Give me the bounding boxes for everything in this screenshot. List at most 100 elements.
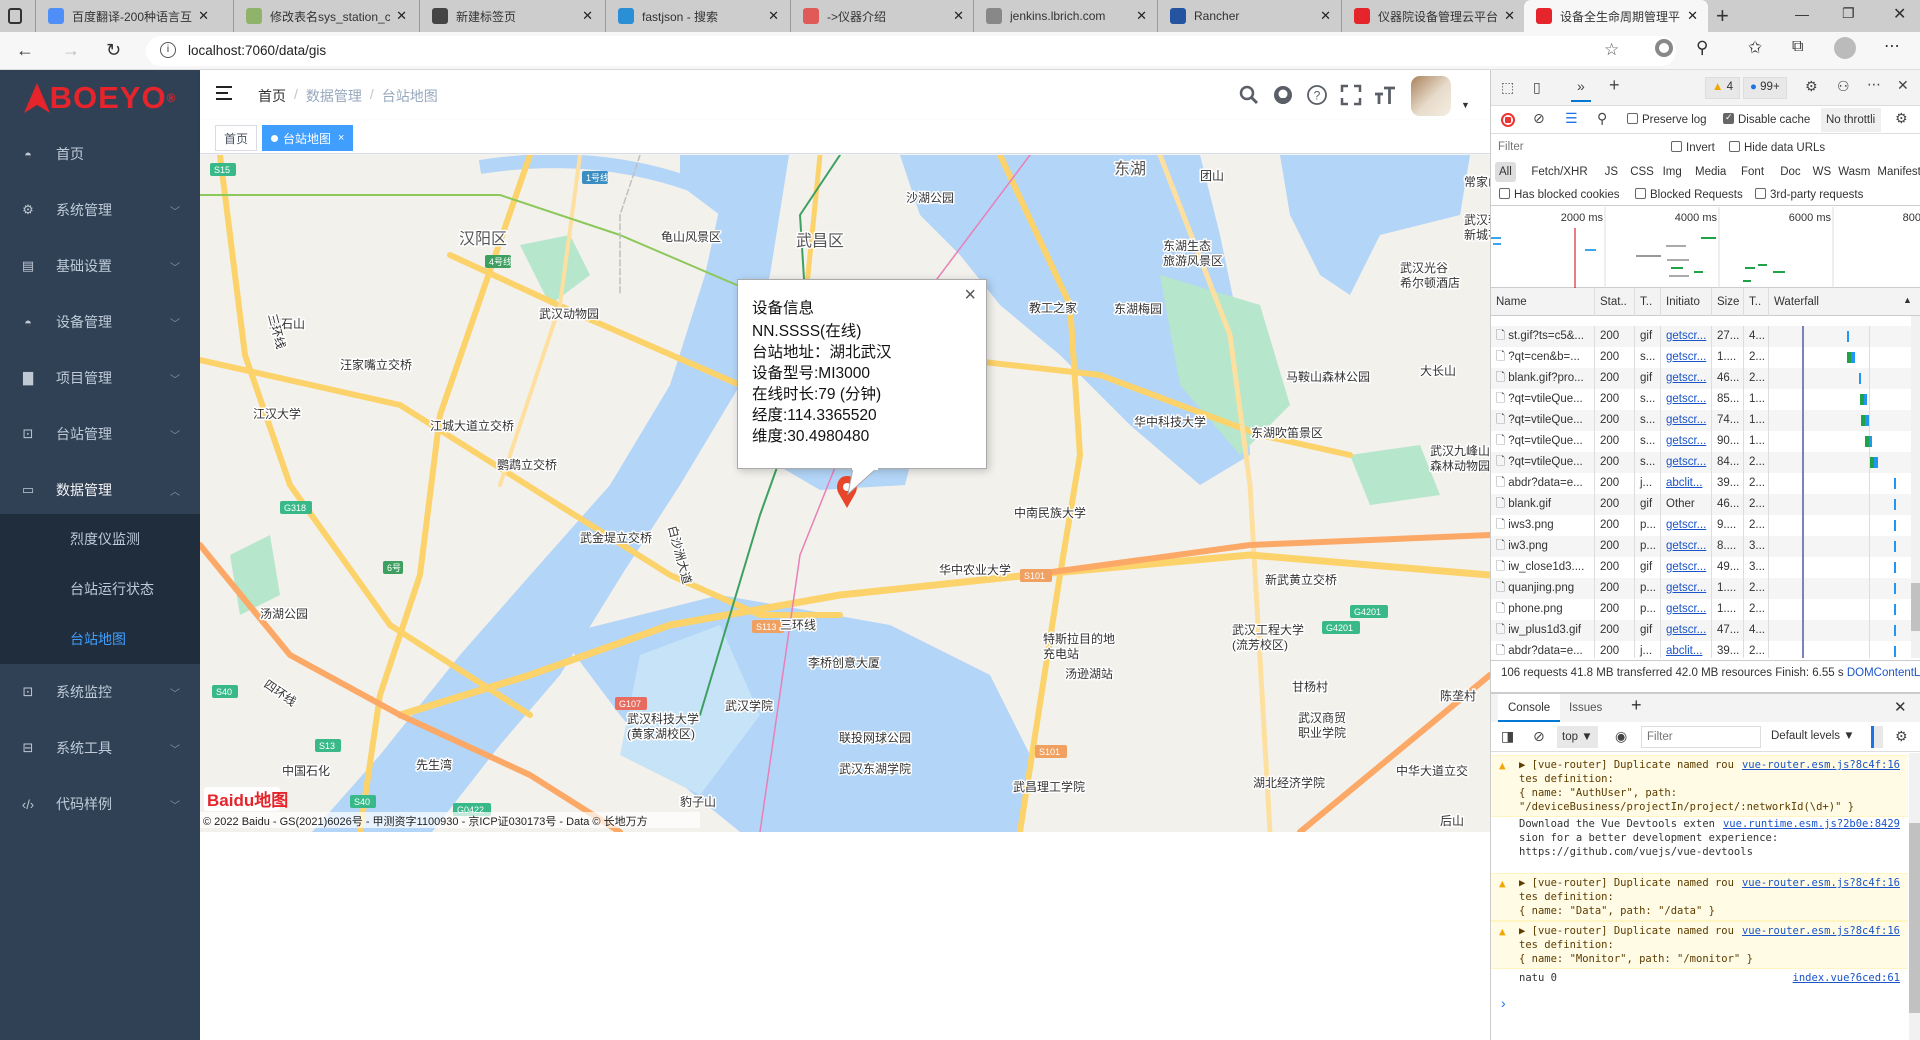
close-drawer-icon[interactable]: ✕ <box>1894 698 1907 716</box>
tab-issues[interactable]: Issues <box>1569 694 1602 722</box>
close-tab-icon[interactable]: ✕ <box>396 8 407 24</box>
console-filter-input[interactable] <box>1641 726 1761 748</box>
cell-initiator[interactable]: getscr... <box>1661 431 1712 452</box>
network-row[interactable]: 🗋 abdr?data=e... 200 j... abclit... 39... 2... <box>1491 641 1911 658</box>
sidebar-item[interactable]: ⊟ 系统工具 ﹀ <box>0 720 200 776</box>
close-devtools-icon[interactable]: ✕ <box>1897 77 1909 94</box>
network-row[interactable]: 🗋 blank.gif 200 gif Other 46... 2... <box>1491 494 1911 515</box>
submenu-item[interactable]: 台站运行状态 <box>70 564 154 614</box>
sidebar-item[interactable]: ‹/› 代码样例 ﹀ <box>0 776 200 832</box>
live-expression-icon[interactable]: ◉ <box>1615 728 1627 745</box>
cell-initiator[interactable]: getscr... <box>1661 452 1712 473</box>
network-settings-icon[interactable]: ⚙ <box>1895 110 1908 127</box>
cell-initiator[interactable]: abclit... <box>1661 641 1712 658</box>
close-tab-icon[interactable]: ✕ <box>1504 8 1515 24</box>
sidebar-item[interactable]: ◓ 首页 <box>0 126 200 182</box>
close-tab-icon[interactable]: ✕ <box>1687 8 1698 24</box>
more-options-icon[interactable]: ⋯ <box>1867 76 1881 93</box>
search-icon[interactable] <box>1238 84 1260 106</box>
console-source-link[interactable]: vue-router.esm.js?8c4f:16 <box>1742 876 1900 890</box>
tag-home[interactable]: 首页 <box>215 125 258 151</box>
blocked-cookies-checkbox[interactable]: Has blocked cookies <box>1499 188 1619 201</box>
network-row[interactable]: 🗋 iw_plus1d3.gif 200 gif getscr... 47... 4... <box>1491 620 1911 641</box>
sidebar-item[interactable]: ⊡ 系统监控 ﹀ <box>0 664 200 720</box>
cell-initiator[interactable]: getscr... <box>1661 515 1712 536</box>
submenu-item[interactable]: 烈度仪监测 <box>70 514 140 564</box>
inspect-icon[interactable]: ⬚ <box>1501 79 1514 96</box>
filter-input[interactable] <box>1495 138 1658 156</box>
cell-initiator[interactable]: getscr... <box>1661 620 1712 641</box>
filter-icon[interactable]: ☰ <box>1565 110 1578 127</box>
sidebar-item[interactable]: ◓ 设备管理 ﹀ <box>0 294 200 350</box>
console-source-link[interactable]: vue.runtime.esm.js?2b0e:8429 <box>1723 817 1900 831</box>
cell-initiator[interactable]: getscr... <box>1661 389 1712 410</box>
type-filter-ws[interactable]: WS <box>1809 162 1836 182</box>
back-icon[interactable]: ← <box>16 40 34 61</box>
type-filter-css[interactable]: CSS <box>1626 162 1658 182</box>
search-icon[interactable]: ⚲ <box>1597 110 1607 127</box>
third-party-checkbox[interactable]: 3rd-party requests <box>1755 188 1863 201</box>
network-row[interactable]: 🗋 ?qt=vtileQue... 200 s... getscr... 84... 2..… <box>1491 452 1911 473</box>
minimize-icon[interactable]: — <box>1795 6 1809 22</box>
type-filter-img[interactable]: Img <box>1659 162 1686 182</box>
browser-tab[interactable]: ->仪器介绍 ✕ <box>790 0 974 32</box>
font-size-icon[interactable] <box>1374 84 1396 106</box>
domcontentloaded-link[interactable]: DOMContentLoaded <box>1847 667 1920 679</box>
favorites-icon[interactable]: ✩ <box>1748 38 1762 58</box>
tag-station-map[interactable]: 台站地图 × <box>262 125 354 151</box>
submenu-item[interactable]: 台站地图 <box>70 614 126 664</box>
column-header[interactable]: Initiato <box>1661 288 1712 316</box>
close-window-icon[interactable]: ✕ <box>1893 4 1906 24</box>
clear-console-icon[interactable]: ⊘ <box>1533 728 1545 745</box>
close-tab-icon[interactable]: ✕ <box>582 8 593 24</box>
network-row[interactable]: 🗋 phone.png 200 p... getscr... 1.... 2... <box>1491 599 1911 620</box>
add-tab-icon[interactable]: + <box>1609 75 1620 96</box>
type-filter-all[interactable]: All <box>1495 162 1516 182</box>
preserve-log-checkbox[interactable]: Preserve log <box>1627 113 1707 126</box>
record-icon[interactable] <box>1501 113 1515 127</box>
forward-icon[interactable]: → <box>62 40 80 61</box>
log-levels-select[interactable]: Default levels ▼ <box>1771 730 1855 742</box>
browser-tab[interactable]: fastjson - 搜索 ✕ <box>605 0 789 32</box>
sidebar-item[interactable]: ▇ 项目管理 ﹀ <box>0 350 200 406</box>
help-icon[interactable]: ? <box>1306 84 1328 106</box>
browser-tab[interactable]: 修改表名sys_station_c ✕ <box>233 0 417 32</box>
warnings-badge[interactable]: ▲ 4 <box>1705 77 1740 99</box>
type-filter-doc[interactable]: Doc <box>1776 162 1804 182</box>
favorite-star-icon[interactable]: ☆ <box>1604 40 1619 60</box>
context-select[interactable]: top ▼ <box>1557 726 1598 748</box>
network-row[interactable]: 🗋 iws3.png 200 p... getscr... 9.... 2... <box>1491 515 1911 536</box>
network-row[interactable]: 🗋 abdr?data=e... 200 j... abclit... 39... 2... <box>1491 473 1911 494</box>
profile-avatar[interactable] <box>1834 37 1856 59</box>
network-row[interactable]: 🗋 blank.gif?pro... 200 gif getscr... 46... 2..… <box>1491 368 1911 389</box>
hide-data-urls-checkbox[interactable]: Hide data URLs <box>1729 141 1825 154</box>
browser-tab[interactable]: 设备全生命周期管理平 ✕ <box>1524 0 1708 32</box>
sidebar-item[interactable]: ▤ 基础设置 ﹀ <box>0 238 200 294</box>
cell-initiator[interactable]: getscr... <box>1661 410 1712 431</box>
browser-tab[interactable]: Rancher ✕ <box>1157 0 1341 32</box>
issues-badge[interactable] <box>1871 726 1883 748</box>
settings-icon[interactable]: ⚙ <box>1805 78 1818 95</box>
network-row[interactable]: 🗋 iw3.png 200 p... getscr... 8.... 3... <box>1491 536 1911 557</box>
disable-cache-checkbox[interactable]: Disable cache <box>1723 112 1810 126</box>
console-scrollbar[interactable] <box>1909 753 1920 1040</box>
sidebar-item[interactable]: ▭ 数据管理 ︿ <box>0 462 200 518</box>
network-scrollbar[interactable] <box>1911 316 1920 658</box>
cell-initiator[interactable]: getscr... <box>1661 557 1712 578</box>
network-row[interactable]: 🗋 st.gif?ts=c5&... 200 gif getscr... 27... 4..… <box>1491 326 1911 347</box>
cell-initiator[interactable]: getscr... <box>1661 368 1712 389</box>
tab-console[interactable]: Console <box>1498 694 1561 722</box>
column-header[interactable]: T.. <box>1744 288 1769 316</box>
close-tab-icon[interactable]: ✕ <box>198 8 209 24</box>
sort-asc-icon[interactable]: ▲ <box>1903 295 1912 305</box>
tag-close-icon[interactable]: × <box>338 132 344 144</box>
cell-initiator[interactable]: getscr... <box>1661 599 1712 620</box>
clear-icon[interactable]: ⊘ <box>1533 110 1545 127</box>
console-prompt[interactable]: › <box>1501 995 1506 1011</box>
add-drawer-tab-icon[interactable]: + <box>1631 695 1642 716</box>
close-tab-icon[interactable]: ✕ <box>1136 8 1147 24</box>
sidebar-toggle-icon[interactable]: ◨ <box>1501 728 1514 745</box>
column-header[interactable]: Name <box>1491 288 1595 316</box>
messages-badge[interactable]: ● 99+ <box>1743 77 1787 99</box>
cell-initiator[interactable]: getscr... <box>1661 347 1712 368</box>
